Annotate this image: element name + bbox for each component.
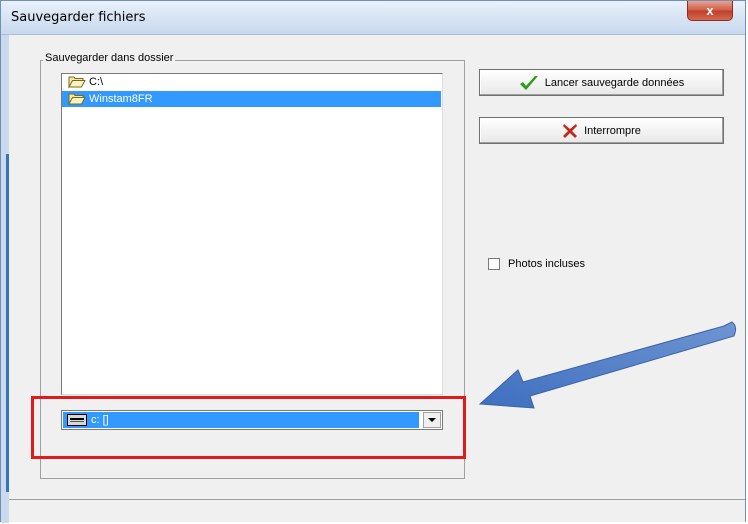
- directory-item-label: Winstam8FR: [89, 93, 153, 105]
- close-icon: x: [706, 3, 714, 18]
- directory-item-label: C:\: [89, 76, 104, 88]
- title-bar[interactable]: Sauvegarder fichiers x: [1, 1, 745, 35]
- folder-open-icon: [68, 93, 86, 106]
- interrupt-button[interactable]: Interrompre: [479, 117, 724, 144]
- folder-open-icon: [68, 76, 86, 89]
- interrupt-label: Interrompre: [584, 124, 641, 137]
- directory-list[interactable]: C:\ Winstam8FR: [61, 73, 443, 395]
- annotation-highlight-box: [31, 396, 466, 459]
- annotation-arrow-icon: [478, 321, 737, 409]
- directory-item-winstam8fr[interactable]: Winstam8FR: [62, 91, 441, 107]
- photos-included-option[interactable]: Photos incluses: [488, 258, 585, 270]
- window-title: Sauvegarder fichiers: [11, 10, 146, 25]
- close-button[interactable]: x: [687, 1, 733, 21]
- checkmark-icon: [519, 75, 538, 90]
- cross-icon: [563, 123, 578, 138]
- start-backup-label: Lancer sauvegarde données: [544, 76, 685, 89]
- photos-included-label: Photos incluses: [508, 258, 586, 270]
- directory-item-root[interactable]: C:\: [62, 74, 441, 90]
- groupbox-label: Sauvegarder dans dossier: [43, 52, 176, 64]
- status-bar: [9, 499, 745, 522]
- photos-included-checkbox[interactable]: [488, 258, 500, 270]
- start-backup-button[interactable]: Lancer sauvegarde données: [479, 69, 724, 96]
